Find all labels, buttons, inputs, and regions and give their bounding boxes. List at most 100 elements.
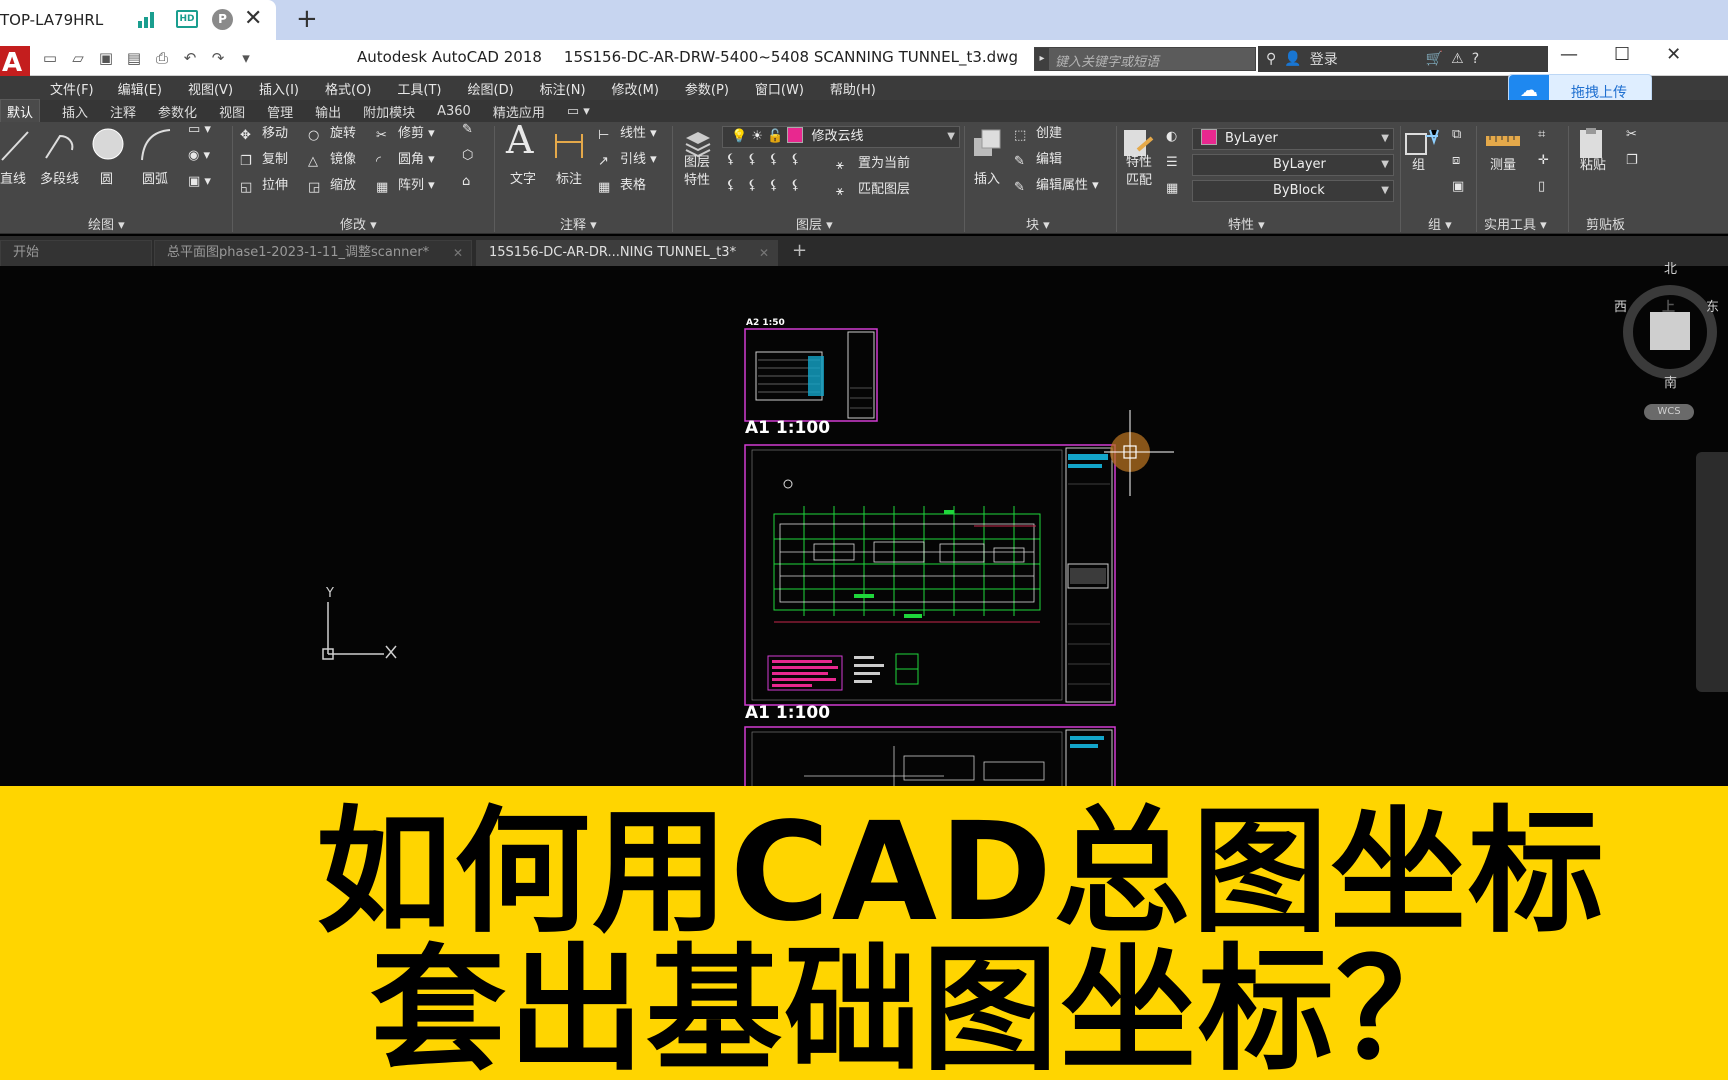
- erase-icon[interactable]: ⬡: [462, 148, 473, 163]
- array-tool[interactable]: ▦ 阵列 ▾: [376, 174, 435, 195]
- circle-tool-label[interactable]: 圆: [100, 168, 113, 187]
- close-tab-icon[interactable]: ✕: [244, 6, 262, 31]
- create-block-tool[interactable]: ⬚ 创建: [1014, 122, 1062, 143]
- viewcube-south[interactable]: 南: [1664, 372, 1677, 391]
- insert-tool-label[interactable]: 插入: [974, 168, 1000, 187]
- login-link[interactable]: 登录: [1310, 49, 1338, 69]
- user-icon[interactable]: 👤: [1284, 51, 1301, 67]
- utility-tools[interactable]: ⌗ ✛ ▯: [1538, 122, 1549, 200]
- help-icon[interactable]: ?: [1472, 51, 1479, 67]
- sheet-a1-partial[interactable]: [744, 726, 1118, 786]
- arc-tool-label[interactable]: 圆弧: [142, 168, 168, 187]
- menu-dimension[interactable]: 标注(N): [540, 79, 586, 98]
- drawing-canvas[interactable]: A2 1:50 A1 1:100 A1 1:100 Y 北 南 东 西 上 WC…: [0, 262, 1728, 786]
- offset-icon[interactable]: ⌂: [462, 174, 470, 189]
- search-box[interactable]: ▸ 键入关键字或短语: [1034, 47, 1256, 71]
- maximize-icon[interactable]: ☐: [1614, 44, 1630, 65]
- text-tool-label[interactable]: 文字: [510, 168, 536, 187]
- menu-edit[interactable]: 编辑(E): [118, 79, 162, 98]
- tab-view[interactable]: 视图: [219, 102, 245, 121]
- fillet-tool[interactable]: ◜ 圆角 ▾: [376, 148, 435, 169]
- tab-addins[interactable]: 附加模块: [363, 102, 415, 121]
- tab-parametric[interactable]: 参数化: [158, 102, 197, 121]
- close-window-icon[interactable]: ✕: [1666, 44, 1681, 65]
- linetype-dropdown[interactable]: ByLayer ▼: [1192, 154, 1394, 176]
- close-icon[interactable]: ✕: [759, 241, 769, 265]
- redo-icon[interactable]: ↷: [208, 48, 228, 68]
- minimize-icon[interactable]: —: [1560, 44, 1578, 65]
- groups-panel-footer[interactable]: 组 ▾: [1428, 214, 1452, 234]
- trim-tool[interactable]: ✂ 修剪 ▾: [376, 122, 435, 143]
- stretch-tool[interactable]: ◱ 拉伸: [240, 174, 288, 195]
- undo-icon[interactable]: ↶: [180, 48, 200, 68]
- draw-panel-footer[interactable]: 绘图 ▾: [88, 214, 125, 234]
- navigation-bar[interactable]: [1696, 452, 1728, 692]
- binoculars-icon[interactable]: ⚲: [1266, 51, 1276, 67]
- utilities-panel-footer[interactable]: 实用工具 ▾: [1484, 214, 1547, 234]
- viewcube-west[interactable]: 西: [1614, 296, 1627, 315]
- browser-tab[interactable]: TOP-LA79HRL HD P ✕: [0, 0, 276, 40]
- sheet-a1-main[interactable]: [744, 444, 1118, 708]
- print-icon[interactable]: ⎙: [152, 48, 172, 68]
- layer-tools-row-2[interactable]: ⚸⚸⚸⚸: [726, 178, 812, 193]
- layer-dropdown[interactable]: 💡 ☀ 🔓 修改云线 ▼: [722, 126, 960, 148]
- search-input[interactable]: 键入关键字或短语: [1055, 51, 1159, 70]
- exchange-icon[interactable]: ⚠: [1451, 51, 1464, 67]
- menu-modify[interactable]: 修改(M): [612, 79, 659, 98]
- new-file-tab-icon[interactable]: +: [792, 240, 807, 261]
- new-tab-icon[interactable]: +: [296, 4, 318, 34]
- hd-badge-icon[interactable]: HD: [176, 10, 198, 28]
- tab-output[interactable]: 输出: [315, 102, 341, 121]
- menu-parametric[interactable]: 参数(P): [685, 79, 729, 98]
- layer-properties-button[interactable]: 图层 特性: [684, 154, 710, 190]
- hatch-icon[interactable]: ◉ ▾: [188, 148, 210, 163]
- ribbon-toggle-icon[interactable]: ▭ ▾: [567, 104, 590, 119]
- menu-tools[interactable]: 工具(T): [397, 79, 441, 98]
- menu-insert[interactable]: 插入(I): [259, 79, 299, 98]
- tab-annotate[interactable]: 注释: [110, 102, 136, 121]
- new-file-icon[interactable]: ▭: [40, 48, 60, 68]
- tab-insert[interactable]: 插入: [62, 102, 88, 121]
- menu-draw[interactable]: 绘图(D): [468, 79, 514, 98]
- tab-manage[interactable]: 管理: [267, 102, 293, 121]
- file-tab-start[interactable]: 开始: [0, 240, 152, 266]
- copy-tool[interactable]: ❐ 复制: [240, 148, 288, 169]
- properties-panel-footer[interactable]: 特性 ▾: [1228, 214, 1265, 234]
- measure-tool-label[interactable]: 测量: [1490, 154, 1516, 173]
- menu-file[interactable]: 文件(F): [50, 79, 94, 98]
- sheet-a2[interactable]: [744, 328, 880, 424]
- save-icon[interactable]: ▣: [96, 48, 116, 68]
- clipboard-panel-footer[interactable]: 剪贴板: [1586, 214, 1625, 234]
- make-current-tool[interactable]: ⚹ 置为当前: [836, 152, 910, 173]
- file-tab-site-plan[interactable]: 总平面图phase1-2023-1-11_调整scanner* ✕: [154, 240, 472, 266]
- menu-view[interactable]: 视图(V): [188, 79, 233, 98]
- viewcube-top[interactable]: 上: [1662, 296, 1675, 315]
- menu-window[interactable]: 窗口(W): [755, 79, 804, 98]
- search-arrow-icon[interactable]: ▸: [1035, 48, 1049, 70]
- match-properties-button[interactable]: 特性 匹配: [1126, 154, 1152, 190]
- lineweight-dropdown[interactable]: ByBlock ▼: [1192, 180, 1394, 202]
- edit-attributes-tool[interactable]: ✎ 编辑属性 ▾: [1014, 174, 1099, 195]
- paste-tool-label[interactable]: 粘贴: [1580, 154, 1606, 173]
- mirror-tool[interactable]: △ 镜像: [308, 148, 356, 169]
- menu-format[interactable]: 格式(O): [325, 79, 371, 98]
- leader-tool[interactable]: ↗ 引线 ▾: [598, 148, 657, 169]
- layers-panel-footer[interactable]: 图层 ▾: [796, 214, 833, 234]
- move-tool[interactable]: ✥ 移动: [240, 122, 288, 143]
- color-dropdown[interactable]: ByLayer ▼: [1192, 128, 1394, 150]
- file-tab-active[interactable]: 15S156-DC-AR-DR...NING TUNNEL_t3* ✕: [476, 240, 778, 266]
- group-tools[interactable]: ⧉ ⧈ ▣: [1452, 122, 1464, 200]
- cart-icon[interactable]: 🛒: [1426, 51, 1443, 67]
- region-icon[interactable]: ▣ ▾: [188, 174, 211, 189]
- dimension-tool-label[interactable]: 标注: [556, 168, 582, 187]
- wcs-dropdown[interactable]: WCS: [1644, 404, 1694, 420]
- rotate-tool[interactable]: ○ 旋转: [308, 122, 356, 143]
- polyline-tool-label[interactable]: 多段线: [40, 168, 79, 187]
- scale-tool[interactable]: ◲ 缩放: [308, 174, 356, 195]
- edit-block-tool[interactable]: ✎ 编辑: [1014, 148, 1062, 169]
- tab-default[interactable]: 默认: [0, 99, 41, 123]
- p-badge-icon[interactable]: P: [212, 9, 233, 30]
- qat-dropdown-icon[interactable]: ▾: [236, 48, 256, 68]
- clipboard-tools[interactable]: ✂ ❐: [1626, 122, 1638, 174]
- save-as-icon[interactable]: ▤: [124, 48, 144, 68]
